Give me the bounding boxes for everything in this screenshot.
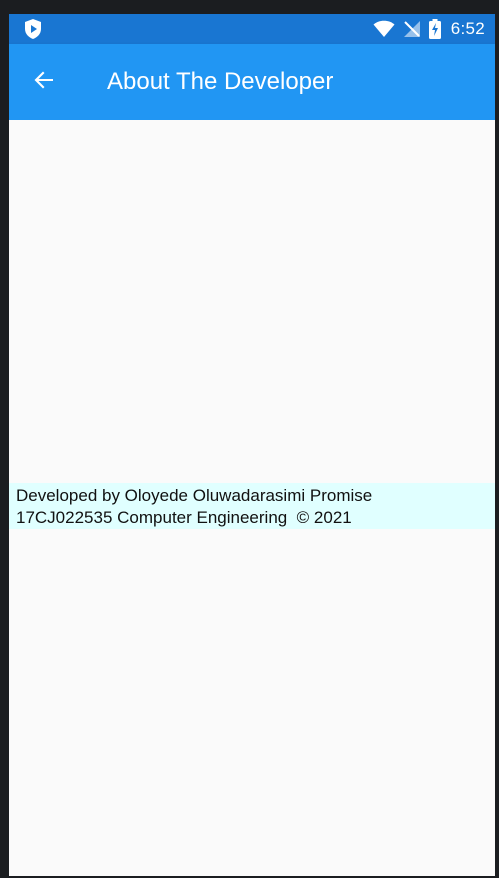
back-button[interactable]	[23, 61, 65, 103]
status-time: 6:52	[450, 19, 485, 38]
developer-name-text: Developed by Oloyede Oluwadarasimi Promi…	[16, 486, 373, 505]
developer-details-text: 17CJ022535 Computer Engineering © 2021	[16, 508, 352, 527]
arrow-back-icon	[32, 68, 56, 97]
no-signal-icon	[403, 20, 421, 38]
shield-play-icon	[23, 18, 43, 40]
phone-screen: 6:52 About The Developer Developed by Ol…	[9, 14, 495, 876]
wifi-icon	[373, 20, 395, 38]
status-bar: 6:52	[9, 14, 495, 44]
status-icons: 6:52	[373, 14, 485, 44]
about-content: Developed by Oloyede Oluwadarasimi Promi…	[9, 120, 495, 876]
page-title: About The Developer	[107, 68, 334, 95]
battery-charging-icon	[428, 19, 441, 39]
app-bar: About The Developer	[9, 44, 495, 120]
developer-info-box: Developed by Oloyede Oluwadarasimi Promi…	[9, 483, 495, 529]
